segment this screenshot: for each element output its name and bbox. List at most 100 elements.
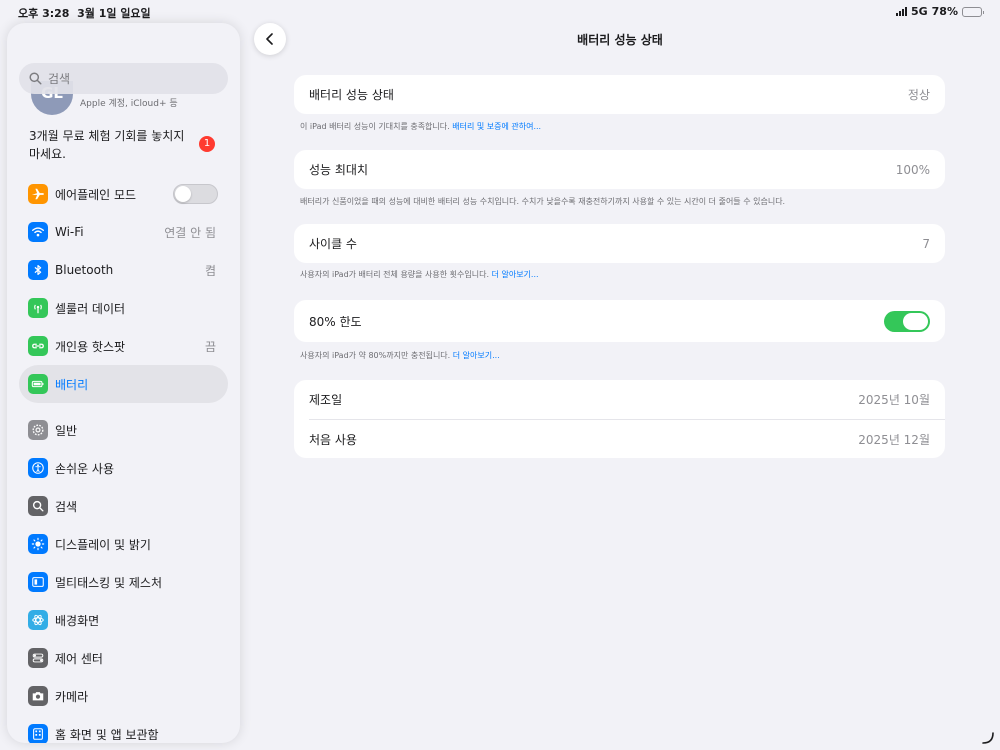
trial-promo[interactable]: 3개월 무료 체험 기회를 놓치지 마세요. <box>29 127 199 163</box>
cycle-count-label: 사이클 수 <box>309 237 357 251</box>
sidebar-item-cellular[interactable]: 셀룰러 데이터 <box>19 289 228 327</box>
notification-badge: 1 <box>199 136 215 152</box>
sidebar-item-airplane-mode[interactable]: 에어플레인 모드 <box>19 175 228 213</box>
wallpaper-icon <box>28 610 48 630</box>
sidebar-item-label: Wi-Fi <box>55 225 84 239</box>
manufacture-date-value: 2025년 10월 <box>858 393 930 407</box>
gear-icon <box>28 420 48 440</box>
battery-percent: 78% <box>931 5 958 18</box>
max-capacity-label: 성능 최대치 <box>309 163 369 177</box>
dates-card: 제조일 2025년 10월 처음 사용 2025년 12월 <box>294 380 945 458</box>
sidebar-item-wifi[interactable]: Wi-Fi 연결 안 됨 <box>19 213 228 251</box>
camera-icon <box>28 686 48 706</box>
sidebar-item-label: 에어플레인 모드 <box>55 187 137 202</box>
sidebar-item-label: 제어 센터 <box>55 651 103 666</box>
hotspot-icon <box>28 336 48 356</box>
search-field[interactable]: 검색 <box>19 63 228 94</box>
cycle-count-row: 사이클 수 7 <box>294 224 945 263</box>
sidebar-item-control-center[interactable]: 제어 센터 <box>19 639 228 677</box>
first-use-label: 처음 사용 <box>309 432 357 447</box>
cycle-learn-more-link[interactable]: 더 알아보기... <box>492 270 539 279</box>
charge-limit-row: 80% 한도 <box>294 300 945 342</box>
brightness-icon <box>28 534 48 554</box>
sidebar-item-home-screen[interactable]: 홈 화면 및 앱 보관함 <box>19 715 228 743</box>
manufacture-date-label: 제조일 <box>309 393 343 407</box>
charge-limit-note: 사용자의 iPad가 약 80%까지만 충전됩니다. 더 알아보기... <box>300 350 500 361</box>
toggle-knob <box>175 186 191 202</box>
wifi-icon <box>28 222 48 242</box>
sidebar-item-label: 배경화면 <box>55 613 100 628</box>
chevron-left-icon <box>266 33 273 45</box>
battery-health-value: 정상 <box>907 88 930 102</box>
sidebar-item-wallpaper[interactable]: 배경화면 <box>19 601 228 639</box>
sidebar-item-camera[interactable]: 카메라 <box>19 677 228 715</box>
sidebar-item-label: 홈 화면 및 앱 보관함 <box>55 727 159 742</box>
signal-icon <box>895 7 907 16</box>
battery-warranty-link[interactable]: 배터리 및 보증에 관하여... <box>452 122 541 131</box>
sidebar-item-label: 검색 <box>55 499 78 514</box>
control-center-icon <box>28 648 48 668</box>
page-title: 배터리 성능 상태 <box>577 33 663 47</box>
home-indicator-icon <box>982 732 994 744</box>
max-capacity-note: 배터리가 신품이었을 때의 성능에 대비한 배터리 성능 수치입니다. 수치가 … <box>300 197 786 206</box>
status-date: 3월 1일 일요일 <box>77 7 151 20</box>
max-capacity-value: 100% <box>895 162 930 177</box>
sidebar-item-label: Bluetooth <box>55 263 114 277</box>
sidebar-item-value: 연결 안 됨 <box>164 225 216 240</box>
status-indicators: 5G 78% <box>895 5 984 18</box>
search-placeholder: 검색 <box>48 72 71 86</box>
battery-health-note: 이 iPad 배터리 성능이 기대치를 충족합니다. 배터리 및 보증에 관하여… <box>300 121 541 132</box>
bluetooth-icon <box>28 260 48 280</box>
sidebar-item-hotspot[interactable]: 개인용 핫스팟 끔 <box>19 327 228 365</box>
sidebar-item-label: 개인용 핫스팟 <box>55 339 126 354</box>
battery-health-row[interactable]: 배터리 성능 상태 정상 <box>294 75 945 114</box>
battery-health-card: 배터리 성능 상태 정상 <box>294 75 945 114</box>
sidebar-item-general[interactable]: 일반 <box>19 411 228 449</box>
sidebar-item-label: 카메라 <box>55 689 89 704</box>
sidebar-item-bluetooth[interactable]: Bluetooth 켬 <box>19 251 228 289</box>
sidebar-item-value: 켬 <box>204 263 216 278</box>
cycle-count-card: 사이클 수 7 <box>294 224 945 263</box>
limit-learn-more-link[interactable]: 더 알아보기... <box>453 351 500 360</box>
sidebar-item-battery[interactable]: 배터리 <box>19 365 228 403</box>
home-screen-icon <box>28 724 48 743</box>
sidebar-item-multitasking[interactable]: 멀티태스킹 및 제스처 <box>19 563 228 601</box>
sidebar-item-label: 디스플레이 및 밝기 <box>55 537 151 552</box>
sidebar-item-label: 셀룰러 데이터 <box>55 301 126 316</box>
search-icon <box>28 496 48 516</box>
cycle-count-note-text: 사용자의 iPad가 배터리 전체 용량을 사용한 횟수입니다. <box>300 270 490 279</box>
sidebar-item-label: 일반 <box>55 423 78 438</box>
airplane-icon <box>28 184 48 204</box>
status-time: 오후 3:28 <box>18 7 70 20</box>
sidebar-item-label: 손쉬운 사용 <box>55 461 115 476</box>
sidebar-item-accessibility[interactable]: 손쉬운 사용 <box>19 449 228 487</box>
manufacture-date-row: 제조일 2025년 10월 <box>294 380 945 419</box>
sidebar-item-search[interactable]: 검색 <box>19 487 228 525</box>
status-bar: 오후 3:28 3월 1일 일요일 5G 78% <box>0 0 1000 24</box>
sidebar-item-label: 멀티태스킹 및 제스처 <box>55 575 162 590</box>
accessibility-icon <box>28 458 48 478</box>
toggle-knob <box>903 312 928 330</box>
battery-status-icon <box>962 6 984 17</box>
sidebar-item-label: 배터리 <box>55 377 89 392</box>
airplane-mode-toggle[interactable] <box>173 184 218 204</box>
charge-limit-card: 80% 한도 <box>294 300 945 342</box>
first-use-row: 처음 사용 2025년 12월 <box>309 419 945 458</box>
search-icon <box>29 72 42 85</box>
max-capacity-card: 성능 최대치 100% <box>294 150 945 189</box>
cycle-count-value: 7 <box>922 236 930 251</box>
first-use-value: 2025년 12월 <box>858 432 930 447</box>
back-button[interactable] <box>254 23 286 55</box>
status-time-date: 오후 3:28 3월 1일 일요일 <box>18 5 151 21</box>
network-label: 5G <box>910 5 928 18</box>
charge-limit-note-text: 사용자의 iPad가 약 80%까지만 충전됩니다. <box>300 351 451 360</box>
sidebar-item-display[interactable]: 디스플레이 및 밝기 <box>19 525 228 563</box>
battery-health-label: 배터리 성능 상태 <box>309 88 394 102</box>
charge-limit-toggle[interactable] <box>884 310 930 332</box>
battery-icon <box>28 374 48 394</box>
profile-subtitle: Apple 계정, iCloud+ 등 <box>80 99 178 109</box>
multitasking-icon <box>28 572 48 592</box>
cellular-icon <box>28 298 48 318</box>
max-capacity-row: 성능 최대치 100% <box>294 150 945 189</box>
settings-sidebar: GL Apple 계정, iCloud+ 등 검색 3개월 무료 체험 기회를 … <box>7 23 240 743</box>
